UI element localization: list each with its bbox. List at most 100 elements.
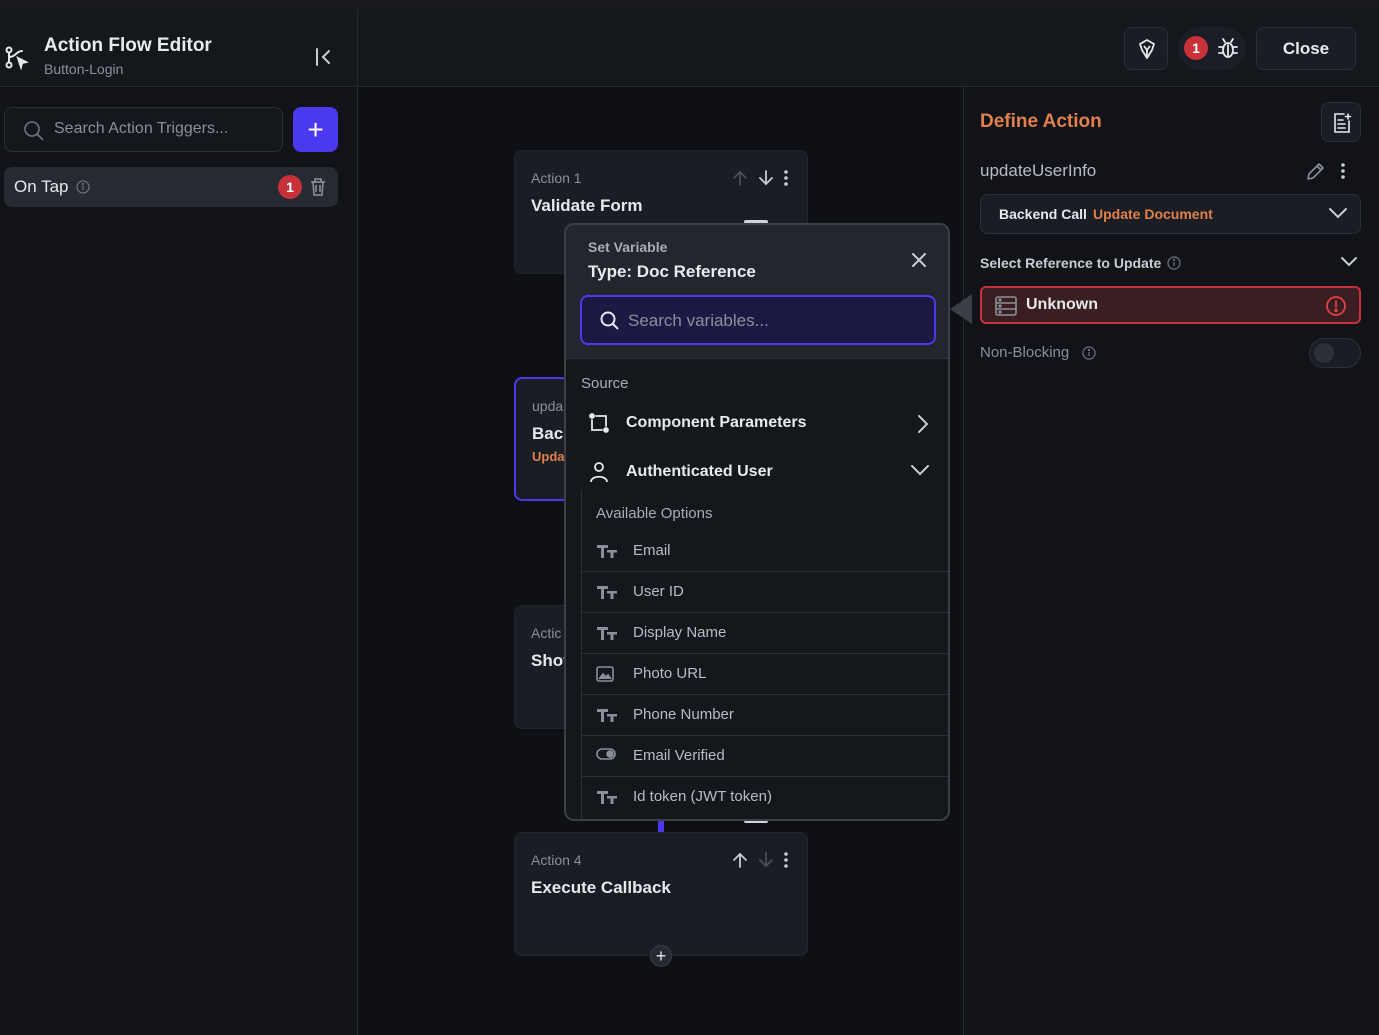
backend-call-value: Update Document	[1093, 206, 1213, 222]
variable-search-input[interactable]	[628, 307, 918, 335]
more-vertical-icon[interactable]	[783, 851, 789, 869]
info-icon	[1082, 346, 1096, 360]
action-kind: Actic	[531, 625, 562, 641]
info-icon	[1167, 256, 1181, 270]
search-triggers-input[interactable]: Search Action Triggers...	[4, 107, 283, 152]
editor-header: Action Flow Editor Button-Login	[0, 9, 358, 87]
add-trigger-button[interactable]: +	[293, 107, 338, 152]
action-kind: Action 1	[531, 170, 582, 186]
variable-search[interactable]	[580, 295, 936, 345]
chevron-down-icon	[911, 465, 929, 476]
warning-icon	[1326, 296, 1346, 316]
text-type-icon	[597, 545, 617, 558]
action-name: Execute Callback	[531, 878, 671, 897]
database-icon	[995, 296, 1017, 316]
trigger-count-badge: 1	[278, 175, 302, 199]
option-label: Photo URL	[633, 665, 707, 682]
page-title: Action Flow Editor	[44, 35, 212, 56]
trash-icon[interactable]	[309, 177, 327, 197]
action-flow-icon	[5, 46, 29, 71]
action-card-4[interactable]: Action 4 Execute Callback	[514, 832, 808, 956]
option-label: User ID	[633, 583, 684, 600]
collapse-panel-icon[interactable]	[313, 46, 335, 68]
option-label: Phone Number	[633, 706, 734, 723]
info-icon	[76, 180, 90, 194]
chevron-down-icon	[1329, 208, 1347, 219]
backend-call-label: Backend Call	[999, 206, 1087, 222]
non-blocking-toggle[interactable]	[1309, 338, 1361, 368]
close-button[interactable]: Close	[1256, 27, 1356, 70]
popup-label: Set Variable	[588, 239, 668, 255]
option-item-display-name[interactable]: Display Name	[581, 613, 948, 654]
action-subtitle: Upda	[532, 449, 565, 464]
close-icon[interactable]	[910, 251, 928, 269]
trigger-label: On Tap	[14, 177, 69, 196]
popup-header: Set Variable Type: Doc Reference	[566, 225, 948, 359]
toggle-icon	[596, 748, 616, 760]
add-note-button[interactable]	[1321, 102, 1361, 142]
chevron-down-icon[interactable]	[1340, 255, 1358, 269]
arrow-up-icon[interactable]	[731, 851, 749, 869]
text-type-icon	[597, 709, 617, 722]
search-triggers-placeholder: Search Action Triggers...	[54, 120, 229, 137]
more-vertical-icon[interactable]	[783, 169, 789, 187]
option-label: Email	[633, 542, 671, 559]
option-item-photo-url[interactable]: Photo URL	[581, 654, 948, 695]
card-controls	[731, 169, 789, 187]
define-action-title: Define Action	[980, 111, 1102, 132]
options-label: Available Options	[596, 505, 713, 522]
gem-button[interactable]	[1124, 27, 1168, 70]
non-blocking-label: Non-Blocking	[980, 344, 1070, 361]
toggle-knob	[1314, 343, 1334, 363]
arrow-down-icon[interactable]	[757, 851, 775, 869]
option-item-phone-number[interactable]: Phone Number	[581, 695, 948, 736]
trigger-item-on-tap[interactable]: On Tap 1	[4, 167, 338, 207]
source-label: Source	[581, 375, 629, 392]
action-identifier: updateUserInfo	[980, 161, 1097, 180]
source-component-parameters[interactable]: Component Parameters	[566, 402, 948, 446]
text-type-icon	[597, 627, 617, 640]
source-label-text: Authenticated User	[626, 463, 773, 480]
action-name: Validate Form	[531, 196, 643, 215]
note-add-icon	[1334, 113, 1352, 133]
trigger-panel	[0, 87, 358, 1035]
action-name: Bacl	[532, 424, 568, 443]
card-controls	[731, 851, 789, 869]
bug-icon	[1218, 38, 1238, 58]
reference-field[interactable]: Unknown	[980, 286, 1361, 324]
popup-type: Type: Doc Reference	[588, 262, 756, 281]
component-icon	[589, 413, 609, 433]
arrow-down-icon[interactable]	[757, 169, 775, 187]
user-icon	[590, 462, 608, 483]
source-label-text: Component Parameters	[626, 414, 807, 431]
reference-label: Select Reference to Update	[980, 255, 1162, 271]
source-authenticated-user[interactable]: Authenticated User	[566, 451, 948, 495]
option-item-user-id[interactable]: User ID	[581, 572, 948, 613]
set-variable-popup: Set Variable Type: Doc Reference Source …	[564, 223, 950, 821]
debug-button[interactable]: 1	[1178, 27, 1246, 70]
chevron-right-icon	[918, 415, 929, 433]
reference-value: Unknown	[1026, 296, 1098, 313]
option-item-id-token[interactable]: Id token (JWT token)	[581, 777, 948, 818]
option-label: Email Verified	[633, 747, 725, 764]
add-action-button[interactable]: +	[650, 945, 672, 967]
more-vertical-icon[interactable]	[1340, 162, 1346, 180]
bug-count-badge: 1	[1184, 36, 1208, 60]
edit-icon[interactable]	[1305, 162, 1325, 182]
text-type-icon	[597, 791, 617, 804]
top-strip	[0, 0, 1379, 9]
option-item-email-verified[interactable]: Email Verified	[581, 736, 948, 777]
search-icon	[600, 311, 619, 330]
backend-call-dropdown[interactable]: Backend Call Update Document	[980, 194, 1361, 234]
action-kind: upda	[532, 398, 564, 414]
search-icon	[24, 121, 44, 141]
text-type-icon	[597, 586, 617, 599]
popup-pointer	[950, 294, 972, 324]
option-item-email[interactable]: Email	[581, 531, 948, 572]
arrow-up-icon[interactable]	[731, 169, 749, 187]
action-kind: Action 4	[531, 852, 582, 868]
option-label: Display Name	[633, 624, 727, 641]
gem-icon	[1139, 39, 1155, 59]
page-subtitle: Button-Login	[44, 61, 124, 77]
option-label: Id token (JWT token)	[633, 788, 772, 805]
